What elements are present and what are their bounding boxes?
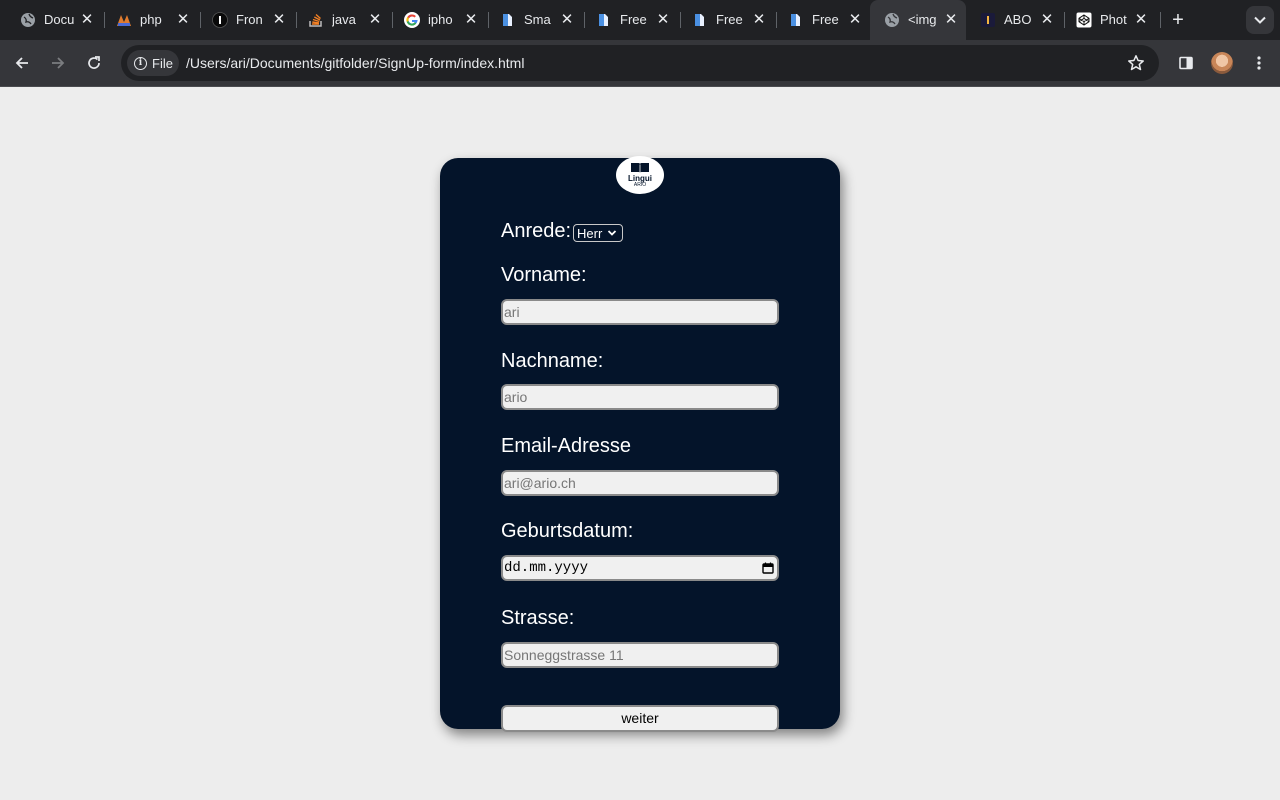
signup-card: Lingui ARIO Anrede: Herr Vorname: ari Na… [440,156,840,732]
anrede-select[interactable]: Herr [573,224,623,242]
tab-title: ABO [1004,12,1032,27]
doc-icon [500,12,516,28]
weiter-button[interactable]: weiter [501,705,779,732]
email-label: Email-Adresse [501,435,632,457]
geburtsdatum-label: Geburtsdatum: [501,520,634,542]
logo: Lingui ARIO [616,156,664,194]
tab-title: <img [908,12,937,27]
tab-java[interactable]: java ✕ [294,0,390,40]
tab-title: Phot [1100,12,1127,27]
info-icon [212,12,228,28]
stackoverflow-icon [308,12,324,28]
doc-icon [692,12,708,28]
strasse-input[interactable]: Sonneggstrasse 11 [501,642,779,668]
tab-title: java [332,12,356,27]
more-vertical-icon [1257,56,1261,70]
side-panel-icon [1179,56,1193,70]
close-icon[interactable]: ✕ [174,11,192,29]
tab-free-3[interactable]: Free ✕ [774,0,870,40]
chevron-down-icon [1254,16,1266,24]
tab-sma[interactable]: Sma ✕ [486,0,582,40]
site-info-chip[interactable]: i File [127,50,179,76]
vorname-label: Vorname: [501,264,587,286]
vorname-input[interactable]: ari [501,299,779,325]
close-icon[interactable]: ✕ [846,11,864,29]
tab-docu[interactable]: Docu ✕ [6,0,102,40]
tab-title: php [140,12,162,27]
logo-subtitle: ARIO [633,182,647,188]
close-icon[interactable]: ✕ [558,11,576,29]
email-input[interactable]: ari@ario.ch [501,470,779,496]
tab-title: Free [620,12,647,27]
tab-phot[interactable]: Phot ✕ [1062,0,1158,40]
tab-title: Free [812,12,839,27]
tab-free-2[interactable]: Free ✕ [678,0,774,40]
bookmark-button[interactable] [1125,52,1147,74]
tab-strip: Docu ✕ php ✕ Fron ✕ java ✕ ipho ✕ Sma ✕ … [0,0,1280,40]
site-info-label: File [152,55,173,71]
calendar-icon[interactable] [762,562,774,574]
tab-title: Fron [236,12,263,27]
tab-search-button[interactable] [1246,6,1274,34]
star-icon [1128,55,1144,71]
tab-ipho[interactable]: ipho ✕ [390,0,486,40]
url-text[interactable]: /Users/ari/Documents/gitfolder/SignUp-fo… [186,55,524,71]
close-icon[interactable]: ✕ [366,11,384,29]
arrow-right-icon [52,57,65,69]
chevron-down-icon [608,230,617,236]
tab-title: Free [716,12,743,27]
tab-fron[interactable]: Fron ✕ [198,0,294,40]
tab-img-active[interactable]: <img ✕ [870,0,966,40]
geburtsdatum-input[interactable]: dd.mm.yyyy [501,555,779,581]
doc-icon [596,12,612,28]
doc-icon [788,12,804,28]
back-button[interactable] [10,51,34,75]
forward-button[interactable] [46,51,70,75]
close-icon[interactable]: ✕ [462,11,480,29]
globe-icon [884,12,900,28]
close-icon[interactable]: ✕ [750,11,768,29]
reload-icon [88,56,100,69]
address-bar[interactable]: i File /Users/ari/Documents/gitfolder/Si… [121,45,1159,81]
tab-title: Sma [524,12,551,27]
nachname-label: Nachname: [501,350,604,372]
tab-title: ipho [428,12,453,27]
browser-menu-button[interactable] [1247,51,1271,75]
nachname-input[interactable]: ario [501,384,779,410]
close-icon[interactable]: ✕ [654,11,672,29]
tab-title: Docu [44,12,75,27]
tab-abo[interactable]: ABO ✕ [966,0,1062,40]
codepen-icon [1076,12,1092,28]
close-icon[interactable]: ✕ [1038,11,1056,29]
anrede-label: Anrede: [501,220,572,242]
phpstan-icon [116,12,132,28]
close-icon[interactable]: ✕ [78,11,96,29]
strasse-label: Strasse: [501,607,575,629]
google-icon [404,12,420,28]
new-tab-button[interactable]: + [1166,8,1190,32]
globe-icon [20,12,36,28]
browser-toolbar: i File /Users/ari/Documents/gitfolder/Si… [0,40,1280,87]
close-icon[interactable]: ✕ [270,11,288,29]
tab-free-1[interactable]: Free ✕ [582,0,678,40]
tab-separator [1160,12,1161,28]
tab-php[interactable]: php ✕ [102,0,198,40]
reload-button[interactable] [82,51,106,75]
profile-avatar[interactable] [1211,52,1233,74]
close-icon[interactable]: ✕ [1132,11,1150,29]
date-placeholder: dd.mm.yyyy [504,560,589,576]
close-icon[interactable]: ✕ [942,11,960,29]
arrow-left-icon [15,57,28,69]
info-icon: i [134,56,147,70]
side-panel-button[interactable] [1174,51,1198,75]
ticket-icon [980,12,996,28]
book-icon [631,163,649,173]
anrede-selected-value: Herr [577,225,603,241]
